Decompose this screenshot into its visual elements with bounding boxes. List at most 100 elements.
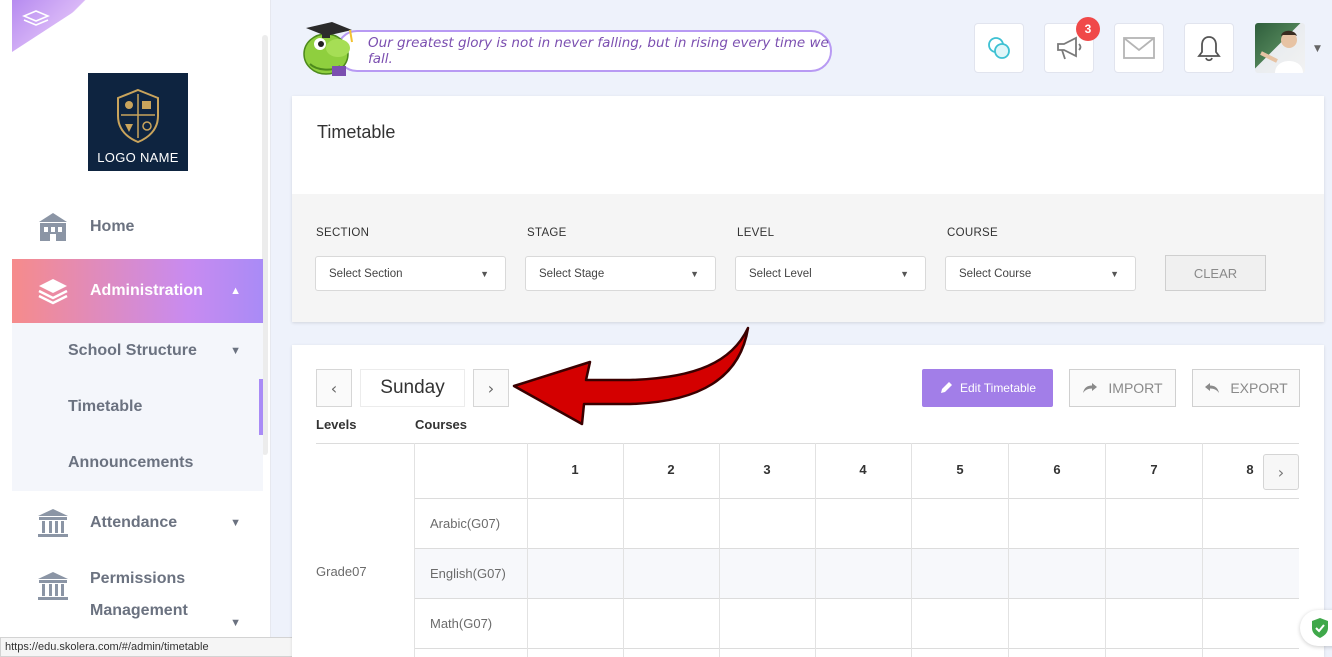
stage-select-value: Select Stage [539, 267, 605, 280]
sidebar-item-label-line1: Permissions [90, 570, 186, 587]
sidebar-item-school-structure[interactable]: School Structure ▼ [12, 323, 263, 379]
grid-line [1105, 443, 1106, 657]
grid-line [719, 443, 720, 657]
share-arrow-icon [1083, 383, 1098, 393]
level-label: LEVEL [737, 227, 775, 239]
previous-day-button[interactable]: ‹ [316, 369, 352, 407]
period-header: 1 [571, 462, 579, 477]
level-select[interactable]: Select Level ▼ [735, 256, 926, 291]
levels-header: Levels [316, 417, 357, 432]
course-cell: Arabic(G07) [430, 516, 501, 531]
user-avatar[interactable] [1255, 23, 1305, 73]
chevron-left-icon: ‹ [330, 378, 338, 398]
course-cell: English(G07) [430, 566, 506, 581]
period-header: 2 [667, 462, 675, 477]
chevron-right-icon: › [1277, 462, 1285, 482]
reply-arrow-icon [1205, 383, 1220, 393]
period-header: 6 [1053, 462, 1061, 477]
sidebar-item-label: Timetable [68, 398, 143, 415]
grid-line [415, 598, 1299, 599]
messages-button[interactable] [1114, 23, 1164, 73]
section-label: SECTION [316, 227, 370, 239]
chevron-up-icon: ▲ [230, 285, 241, 297]
caret-down-icon[interactable]: ▼ [1314, 44, 1321, 54]
stage-select[interactable]: Select Stage ▼ [525, 256, 716, 291]
stage-label: STAGE [527, 227, 567, 239]
dropdown-arrow-icon: ▼ [690, 268, 699, 279]
sidebar-item-home[interactable]: Home [12, 195, 263, 259]
course-select-value: Select Course [959, 267, 1032, 280]
institution-icon [38, 509, 68, 537]
dropdown-arrow-icon: ▼ [480, 268, 489, 279]
layers-icon[interactable] [22, 10, 50, 28]
logo-text: LOGO NAME [97, 150, 179, 165]
sidebar-item-permissions[interactable]: Permissions Management ▼ [12, 555, 263, 645]
user-photo-icon [1260, 30, 1303, 73]
course-select[interactable]: Select Course ▼ [945, 256, 1136, 291]
chevron-down-icon: ▼ [230, 345, 241, 357]
school-logo: LOGO NAME [88, 73, 188, 171]
sidebar-item-timetable[interactable]: Timetable [12, 379, 263, 435]
notification-badge: 3 [1076, 17, 1100, 41]
grid-line [527, 443, 528, 657]
sidebar-item-label: Attendance [90, 514, 178, 531]
courses-header: Courses [415, 417, 468, 432]
grid-line [911, 443, 912, 657]
sidebar-item-administration[interactable]: Administration ▲ [12, 259, 263, 323]
chevron-down-icon: ▼ [230, 617, 241, 629]
sidebar-item-announcements[interactable]: Announcements [12, 435, 263, 491]
current-day: Sunday [360, 369, 465, 407]
grid-line [415, 648, 1299, 649]
sidebar-item-attendance[interactable]: Attendance ▼ [12, 491, 263, 555]
grid-line [815, 443, 816, 657]
grid-line [1008, 443, 1009, 657]
annotation-arrow-icon [512, 326, 750, 426]
sidebar-item-label: Home [90, 218, 135, 235]
period-header: 8 [1246, 462, 1254, 477]
grid-line [415, 498, 1299, 499]
course-cell: Math(G07) [430, 616, 493, 631]
period-header: 4 [859, 462, 867, 477]
quote-text: Our greatest glory is not in never falli… [368, 35, 829, 67]
notifications-button[interactable] [1184, 23, 1234, 73]
bell-icon [1197, 36, 1221, 62]
institution-icon [38, 572, 68, 600]
edit-timetable-button[interactable]: Edit Timetable [922, 369, 1053, 407]
security-shield-button[interactable] [1300, 610, 1332, 646]
import-label: IMPORT [1108, 380, 1163, 396]
envelope-icon [1123, 37, 1155, 59]
sidebar-item-label: School Structure [68, 342, 197, 359]
sidebar-item-label-line2: Management [90, 602, 188, 619]
level-select-value: Select Level [749, 267, 812, 280]
grid-line [415, 548, 1299, 549]
grid-line [623, 443, 624, 657]
period-header: 5 [956, 462, 964, 477]
scroll-periods-right-button[interactable]: › [1263, 454, 1299, 490]
section-select[interactable]: Select Section ▼ [315, 256, 506, 291]
next-day-button[interactable]: › [473, 369, 509, 407]
shield-check-icon [1312, 618, 1328, 638]
chevron-right-icon: › [487, 378, 495, 398]
sidebar-item-label: Permissions Management [90, 563, 188, 627]
section-select-value: Select Section [329, 267, 403, 280]
clear-button[interactable]: CLEAR [1165, 255, 1266, 291]
chevron-down-icon: ▼ [230, 517, 241, 529]
pencil-icon [940, 382, 952, 393]
administration-submenu: School Structure ▼ Timetable Announcemen… [12, 323, 263, 491]
import-button[interactable]: IMPORT [1069, 369, 1176, 407]
chat-button[interactable] [974, 23, 1024, 73]
grid-line [1202, 443, 1203, 657]
dragon-mascot-icon [303, 22, 353, 76]
period-header: 7 [1150, 462, 1158, 477]
layers-icon [38, 279, 68, 305]
chat-bubbles-icon [988, 37, 1010, 59]
crest-icon [117, 88, 159, 144]
row-highlight [415, 549, 1299, 599]
sidebar: LOGO NAME Home Administration ▲ School S… [0, 0, 271, 657]
grid-line [414, 443, 415, 657]
page-title: Timetable [317, 122, 396, 142]
period-header: 3 [763, 462, 771, 477]
sidebar-item-label: Announcements [68, 454, 194, 471]
sidebar-nav: Home Administration ▲ School Structure ▼… [12, 195, 263, 645]
export-button[interactable]: EXPORT [1192, 369, 1300, 407]
